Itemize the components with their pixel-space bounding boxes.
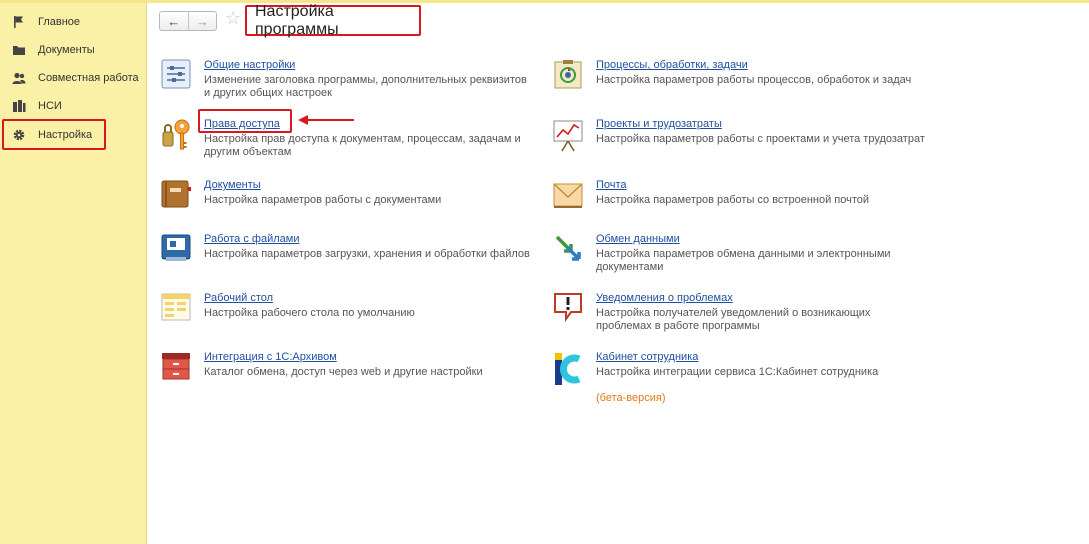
forward-button[interactable]: → <box>187 12 217 30</box>
link-general-settings[interactable]: Общие настройки <box>204 59 295 71</box>
main-content: ← → ☆ Настройка программы Общие настройк… <box>147 3 1089 544</box>
entry-description: Настройка параметров работы с проектами … <box>596 133 925 145</box>
sidebar-item-nsi[interactable]: НСИ <box>4 93 140 119</box>
entry-description: Настройка параметров загрузки, хранения … <box>204 248 530 260</box>
history-nav: ← → <box>159 11 217 31</box>
sidebar-item-label: Настройка <box>38 128 93 141</box>
link-problem-notifications[interactable]: Уведомления о проблемах <box>596 292 733 304</box>
link-file-handling[interactable]: Работа с файлами <box>204 233 299 245</box>
sidebar-item-label: Главное <box>38 16 81 28</box>
chart-board-icon <box>553 118 583 152</box>
desktop-table-icon <box>161 292 191 322</box>
entry-description: Каталог обмена, доступ через web и други… <box>204 366 483 378</box>
cabinet-logo-icon <box>553 351 583 385</box>
entry-description: Настройка параметров обмена данными и эл… <box>596 248 891 273</box>
link-employee-cabinet[interactable]: Кабинет сотрудника <box>596 351 698 363</box>
archive-cabinet-icon <box>161 351 191 381</box>
sidebar-item-label: Совместная работа <box>38 72 139 84</box>
link-archive-integration[interactable]: Интеграция с 1С:Архивом <box>204 351 337 363</box>
back-button[interactable]: ← <box>160 12 188 30</box>
link-data-exchange[interactable]: Обмен данными <box>596 233 680 245</box>
mail-icon <box>553 179 583 209</box>
link-projects[interactable]: Проекты и трудозатраты <box>596 118 722 130</box>
link-processes[interactable]: Процессы, обработки, задачи <box>596 59 748 71</box>
entry-description: Настройка рабочего стола по умолчанию <box>204 307 415 319</box>
sidebar: Главное Документы Совместная работа НСИ … <box>0 3 147 544</box>
gear-icon <box>12 128 26 142</box>
process-icon <box>553 59 583 89</box>
exchange-arrows-icon <box>553 233 583 263</box>
entry-description: Настройка параметров работы процессов, о… <box>596 74 912 86</box>
books-icon <box>12 99 26 113</box>
entry-description: Настройка получателей уведомлений о возн… <box>596 307 871 332</box>
entry-description: Настройка параметров работы с документам… <box>204 194 442 206</box>
access-rights-highlight-box <box>198 109 292 133</box>
entry-description: Настройка прав доступа к документам, про… <box>204 133 521 158</box>
file-tray-icon <box>161 233 191 263</box>
flag-icon <box>12 15 26 29</box>
warning-message-icon <box>553 292 583 323</box>
sidebar-item-collaboration[interactable]: Совместная работа <box>4 65 140 91</box>
entry-description: Настройка интеграции сервиса 1С:Кабинет … <box>596 366 879 378</box>
entry-description: Изменение заголовка программы, дополните… <box>204 74 527 99</box>
sidebar-item-documents[interactable]: Документы <box>4 37 140 63</box>
beta-badge: (бета-версия) <box>596 392 666 404</box>
sidebar-item-label: НСИ <box>38 100 62 112</box>
favorite-star-icon[interactable]: ☆ <box>225 8 241 29</box>
sidebar-item-settings[interactable]: Настройка <box>2 119 106 150</box>
link-mail[interactable]: Почта <box>596 179 627 191</box>
link-desktop[interactable]: Рабочий стол <box>204 292 273 304</box>
key-lock-icon <box>161 118 191 150</box>
page-title-box: Настройка программы <box>245 2 421 38</box>
document-folder-icon <box>161 179 191 209</box>
page-title: Настройка программы <box>255 2 339 38</box>
sidebar-item-label: Документы <box>38 44 95 56</box>
link-documents[interactable]: Документы <box>204 179 261 191</box>
users-icon <box>12 71 26 85</box>
sidebar-item-main[interactable]: Главное <box>4 9 140 35</box>
sliders-icon <box>161 59 191 89</box>
folder-icon <box>12 43 26 57</box>
entry-description: Настройка параметров работы со встроенно… <box>596 194 870 206</box>
pointer-arrow-icon <box>298 115 354 125</box>
